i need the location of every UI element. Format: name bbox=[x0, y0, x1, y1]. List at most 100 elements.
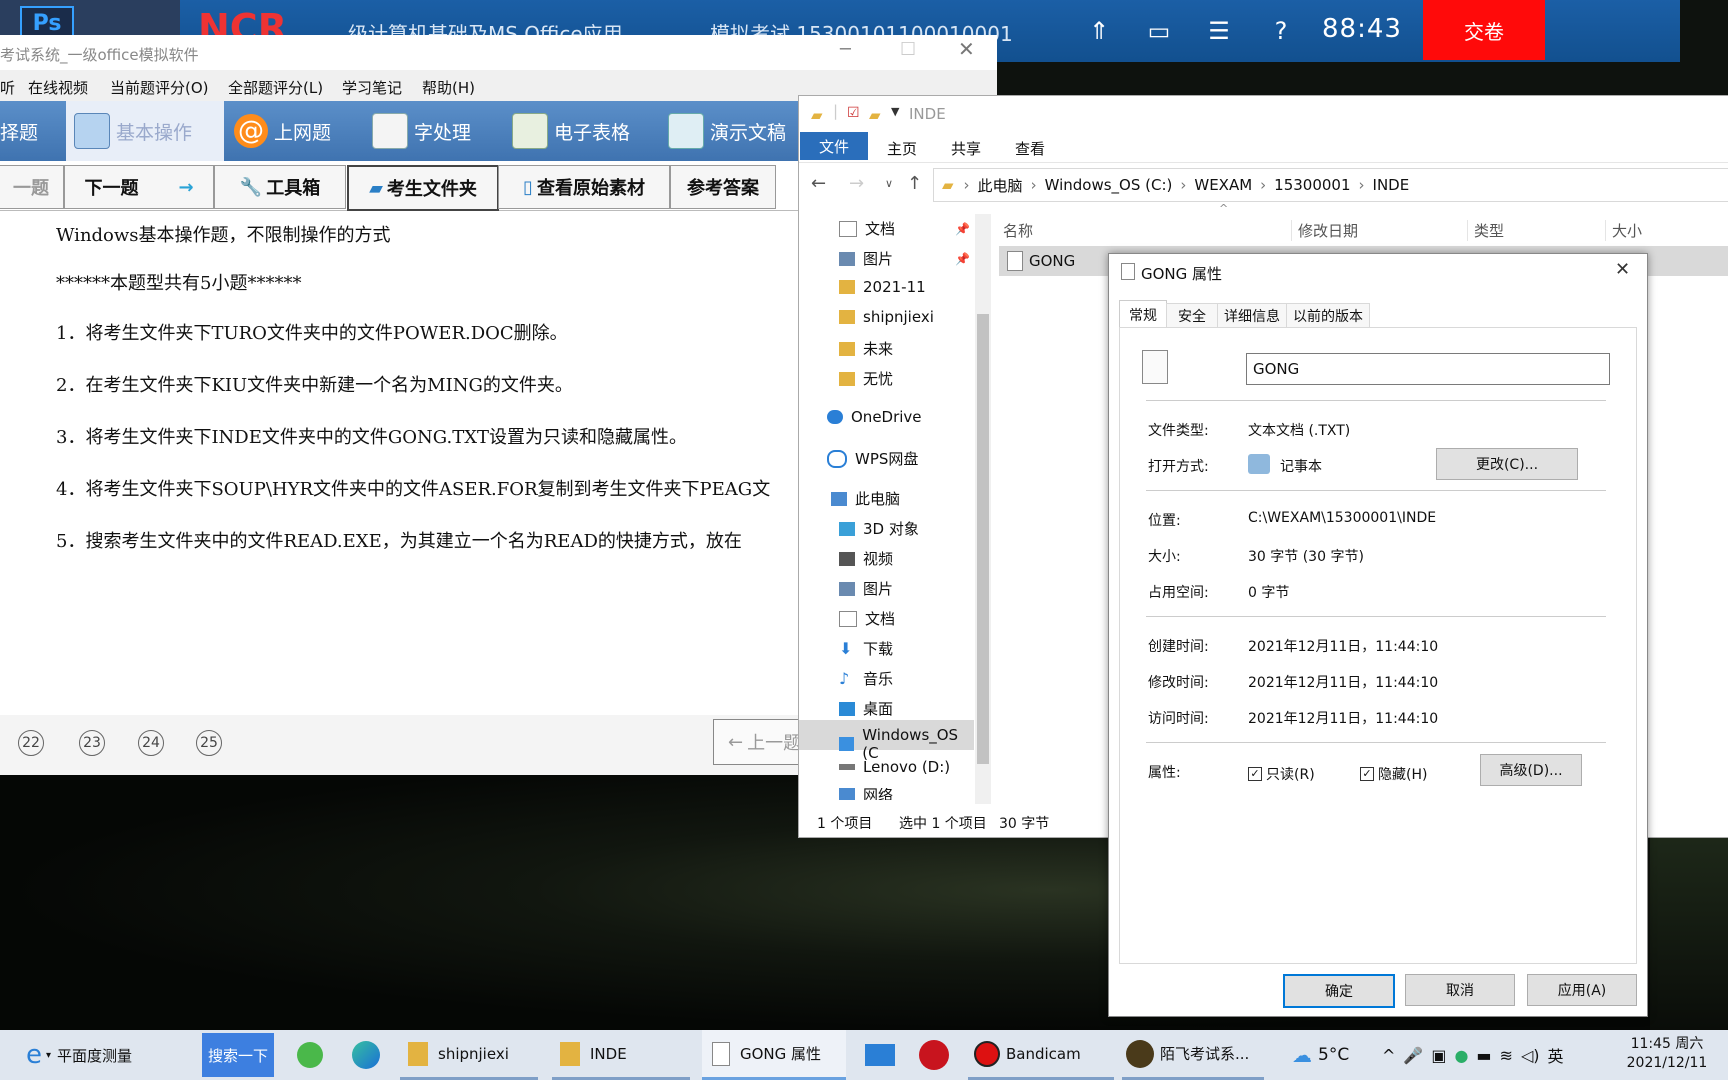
ribbon-tab-file[interactable]: 文件 bbox=[800, 132, 868, 160]
view-original-button[interactable]: ▯ 查看原始素材 bbox=[498, 165, 670, 209]
nav-item-desktop[interactable]: 桌面 bbox=[839, 698, 893, 719]
wifi-icon[interactable]: ≋ bbox=[1500, 1046, 1513, 1065]
nav-item-documents-pinned[interactable]: 文档 📌 bbox=[839, 218, 970, 239]
nav-scrollbar-thumb[interactable] bbox=[977, 314, 989, 764]
question-number[interactable]: 25 bbox=[196, 730, 222, 756]
breadcrumb-wexam[interactable]: WEXAM bbox=[1194, 176, 1252, 194]
column-name[interactable]: 名称 bbox=[1003, 220, 1033, 241]
nav-item-c-drive[interactable]: Windows_OS (C bbox=[839, 726, 974, 762]
module-word[interactable]: 字处理 bbox=[372, 101, 502, 161]
microphone-icon[interactable]: 🎤 bbox=[1403, 1046, 1423, 1065]
ok-button[interactable]: 确定 bbox=[1283, 974, 1395, 1008]
module-excel[interactable]: 电子表格 bbox=[512, 101, 662, 161]
close-icon[interactable]: ✕ bbox=[1615, 259, 1630, 280]
taskbar-exam-system[interactable]: 陌飞考试系... bbox=[1122, 1030, 1264, 1080]
hidden-checkbox[interactable]: ✓ 隐藏(H) bbox=[1360, 764, 1427, 784]
ribbon-tab-home[interactable]: 主页 bbox=[887, 138, 917, 159]
battery-icon[interactable]: ▬ bbox=[1476, 1046, 1491, 1065]
change-button[interactable]: 更改(C)... bbox=[1436, 448, 1578, 480]
maximize-icon[interactable]: ☐ bbox=[900, 39, 916, 60]
menu-item-help[interactable]: 帮助(H) bbox=[422, 77, 475, 98]
taskbar-inde[interactable]: INDE bbox=[552, 1030, 690, 1080]
apply-button[interactable]: 应用(A) bbox=[1527, 974, 1637, 1006]
menu-item-grade-current[interactable]: 当前题评分(O) bbox=[110, 77, 209, 98]
taskbar-gong-properties[interactable]: GONG 属性 bbox=[702, 1030, 846, 1080]
input-language[interactable]: 英 bbox=[1548, 1043, 1564, 1067]
column-size[interactable]: 大小 bbox=[1605, 220, 1642, 241]
question-number[interactable]: 23 bbox=[79, 730, 105, 756]
module-internet[interactable]: @ 上网题 bbox=[234, 101, 364, 161]
nav-item-onedrive[interactable]: OneDrive bbox=[827, 408, 922, 426]
readonly-checkbox[interactable]: ✓ 只读(R) bbox=[1248, 764, 1315, 784]
ribbon-tab-view[interactable]: 查看 bbox=[1015, 138, 1045, 159]
nav-item-2021-11[interactable]: 2021-11 bbox=[839, 278, 926, 296]
toolbox-button[interactable]: 🔧 工具箱 bbox=[214, 165, 346, 209]
menu-item-listen[interactable]: 听 bbox=[0, 77, 15, 98]
exam-folder-button[interactable]: ▰ 考生文件夹 bbox=[347, 165, 499, 211]
question-number[interactable]: 24 bbox=[138, 730, 164, 756]
nav-item-wuyou[interactable]: 无忧 bbox=[839, 368, 893, 389]
breadcrumb-inde[interactable]: INDE bbox=[1373, 176, 1410, 194]
taskbar-bandicam[interactable]: Bandicam bbox=[968, 1030, 1114, 1080]
tray-app-icon[interactable]: ▣ bbox=[1431, 1046, 1446, 1065]
nav-item-3d[interactable]: 3D 对象 bbox=[839, 518, 919, 539]
module-ppt[interactable]: 演示文稿 bbox=[668, 101, 818, 161]
nav-item-network[interactable]: 网络 bbox=[839, 788, 893, 800]
address-bar[interactable]: ▰ › 此电脑 › Windows_OS (C:) › WEXAM › 1530… bbox=[933, 168, 1728, 202]
menu-item-video[interactable]: 在线视频 bbox=[28, 77, 88, 98]
ribbon-tab-share[interactable]: 共享 bbox=[951, 138, 981, 159]
breadcrumb-c-drive[interactable]: Windows_OS (C:) bbox=[1045, 176, 1173, 194]
file-name-input[interactable]: GONG bbox=[1246, 353, 1610, 385]
column-type[interactable]: 类型 bbox=[1467, 220, 1504, 241]
chevron-up-icon[interactable]: ^ bbox=[1382, 1046, 1395, 1065]
nav-item-wps[interactable]: WPS网盘 bbox=[827, 448, 918, 469]
properties-quick-icon[interactable]: ☑ bbox=[847, 105, 860, 121]
answer-button[interactable]: 参考答案 bbox=[670, 165, 776, 209]
module-basic[interactable]: 基本操作 bbox=[66, 101, 224, 161]
question-number[interactable]: 22 bbox=[18, 730, 44, 756]
back-icon[interactable]: ← bbox=[811, 173, 826, 194]
tab-security[interactable]: 安全 bbox=[1166, 303, 1218, 328]
tab-previous-versions[interactable]: 以前的版本 bbox=[1286, 303, 1370, 328]
search-button[interactable]: 搜索一下 bbox=[202, 1033, 274, 1077]
taskbar-edge[interactable] bbox=[346, 1030, 386, 1080]
advanced-button[interactable]: 高级(D)... bbox=[1480, 754, 1582, 786]
new-folder-icon[interactable]: ▰ bbox=[869, 106, 881, 124]
collapse-icon[interactable]: ⇑ bbox=[1086, 18, 1112, 44]
list-icon[interactable]: ☰ bbox=[1206, 18, 1232, 44]
menu-item-grade-all[interactable]: 全部题评分(L) bbox=[228, 77, 323, 98]
column-date[interactable]: 修改日期 bbox=[1291, 220, 1358, 241]
up-icon[interactable]: ↑ bbox=[907, 173, 922, 194]
tab-details[interactable]: 详细信息 bbox=[1217, 303, 1287, 328]
nav-item-downloads[interactable]: ⬇ 下载 bbox=[839, 638, 893, 659]
nav-item-music[interactable]: ♪ 音乐 bbox=[839, 668, 893, 689]
breadcrumb-15300001[interactable]: 15300001 bbox=[1274, 176, 1350, 194]
wechat-icon[interactable]: ● bbox=[1454, 1046, 1468, 1065]
minimize-icon[interactable]: ─ bbox=[840, 39, 851, 60]
nav-item-weilai[interactable]: 未来 bbox=[839, 338, 893, 359]
cancel-button[interactable]: 取消 bbox=[1405, 974, 1515, 1006]
nav-item-documents[interactable]: 文档 bbox=[839, 608, 895, 629]
weather-widget[interactable]: ☁ 5°C bbox=[1292, 1030, 1382, 1080]
tab-general[interactable]: 常规 bbox=[1119, 300, 1167, 328]
submit-exam-button[interactable]: 交卷 bbox=[1423, 0, 1545, 60]
clock[interactable]: 11:45 周六 2021/12/11 bbox=[1618, 1035, 1716, 1073]
taskbar-browser360[interactable] bbox=[290, 1030, 330, 1080]
taskbar-netease[interactable] bbox=[914, 1030, 954, 1080]
taskbar-mail[interactable] bbox=[860, 1030, 900, 1080]
volume-icon[interactable]: ◁) bbox=[1521, 1046, 1540, 1065]
menu-item-notes[interactable]: 学习笔记 bbox=[342, 77, 402, 98]
forward-icon[interactable]: → bbox=[849, 173, 864, 194]
prev-question-button[interactable]: 一题 bbox=[0, 165, 64, 209]
window-icon[interactable]: ▭ bbox=[1146, 18, 1172, 44]
nav-item-this-pc[interactable]: 此电脑 bbox=[831, 488, 900, 509]
breadcrumb-this-pc[interactable]: 此电脑 bbox=[978, 175, 1023, 196]
nav-item-pictures-pinned[interactable]: 图片 📌 bbox=[839, 248, 970, 269]
taskbar-ie[interactable]: e ▾ 平面度测量 bbox=[26, 1030, 202, 1080]
nav-item-pictures[interactable]: 图片 bbox=[839, 578, 893, 599]
next-question-button[interactable]: 下一题 → bbox=[64, 165, 214, 209]
recent-chevron-icon[interactable]: ∨ bbox=[885, 177, 893, 190]
nav-item-shipnjiexi[interactable]: shipnjiexi bbox=[839, 308, 934, 326]
nav-item-d-drive[interactable]: Lenovo (D:) bbox=[839, 758, 950, 776]
help-icon[interactable]: ? bbox=[1268, 18, 1294, 44]
